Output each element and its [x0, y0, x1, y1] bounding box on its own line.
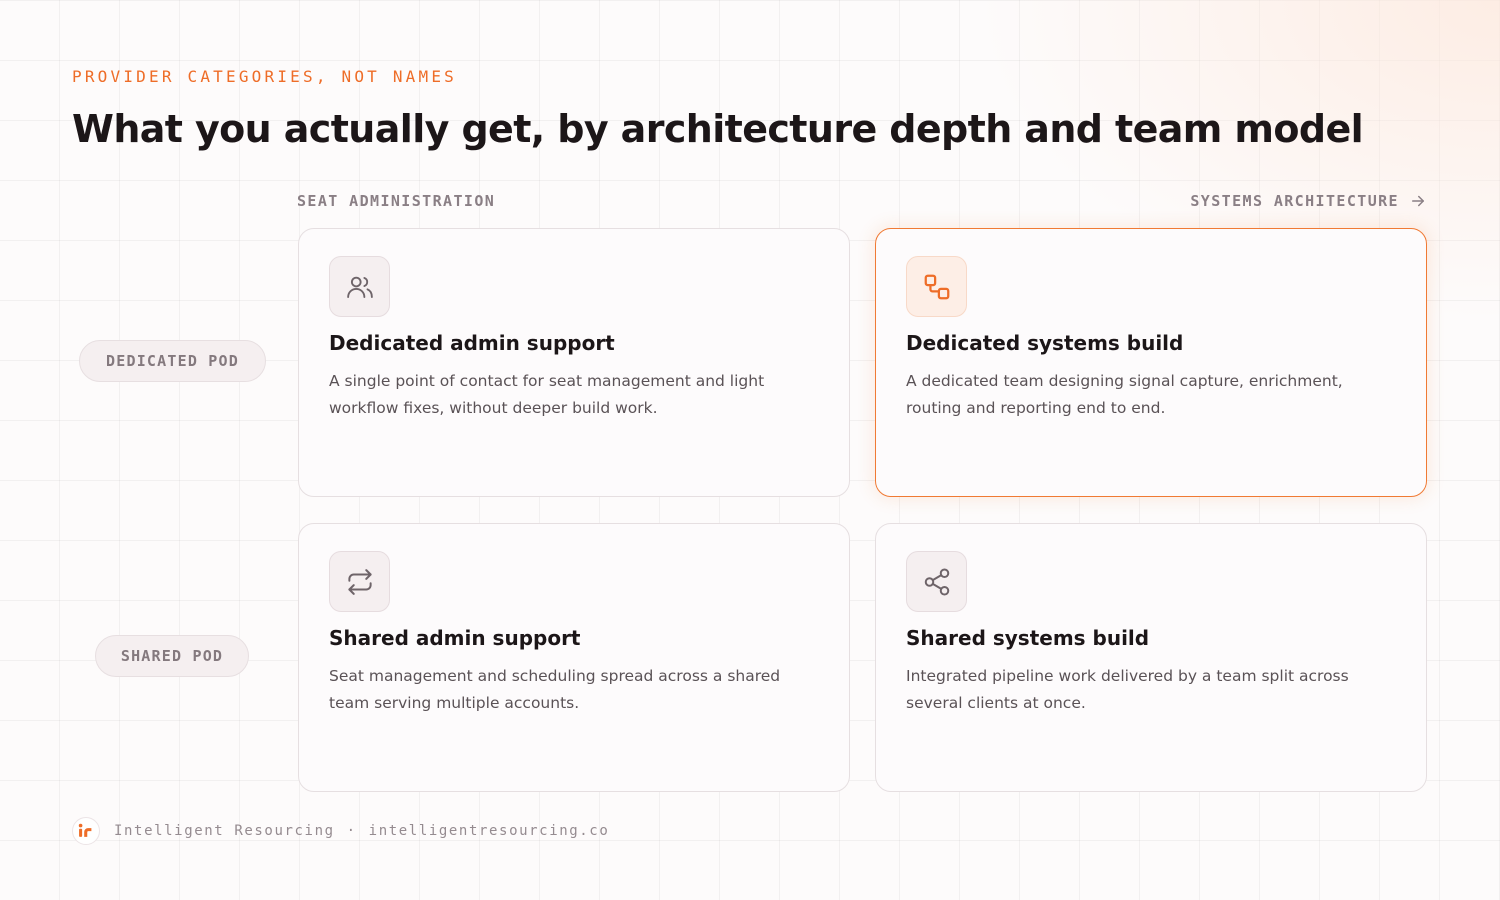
- footer: Intelligent Resourcing · intelligentreso…: [72, 817, 609, 845]
- card-icon-box: [329, 551, 390, 612]
- card-shared-admin-support: Shared admin support Seat management and…: [298, 523, 850, 792]
- ir-logo-icon: [72, 817, 100, 845]
- card-title: Dedicated admin support: [329, 331, 615, 355]
- axis-label-text: SEAT ADMINISTRATION: [297, 192, 496, 210]
- row-label-shared-pod: SHARED POD: [95, 635, 249, 677]
- row-label-dedicated-pod: DEDICATED POD: [79, 340, 266, 382]
- card-icon-box: [906, 551, 967, 612]
- card-description: Seat management and scheduling spread ac…: [329, 667, 781, 712]
- card-dedicated-systems-build: Dedicated systems build A dedicated team…: [875, 228, 1427, 497]
- card-description: A dedicated team designing signal captur…: [906, 372, 1343, 417]
- footer-url[interactable]: intelligentresourcing.co: [369, 823, 610, 839]
- arrow-right-icon: [1412, 195, 1424, 207]
- card-title: Shared systems build: [906, 626, 1150, 650]
- footer-brand: Intelligent Resourcing: [114, 823, 335, 839]
- users-icon: [346, 276, 373, 298]
- axis-label-text: SYSTEMS ARCHITECTURE: [1190, 192, 1399, 210]
- card-shared-systems-build: Shared systems build Integrated pipeline…: [875, 523, 1427, 792]
- axis-label-seat-administration: SEAT ADMINISTRATION: [297, 192, 495, 210]
- card-description: Integrated pipeline work delivered by a …: [906, 667, 1349, 712]
- card-title: Shared admin support: [329, 626, 581, 650]
- card-icon-box: [906, 256, 967, 317]
- card-title: Dedicated systems build: [906, 331, 1184, 355]
- workflow-icon: [924, 274, 949, 299]
- card-icon-box: [329, 256, 390, 317]
- footer-separator: ·: [346, 823, 357, 839]
- repeat-icon: [347, 568, 372, 595]
- page-title: What you actually get, by architecture d…: [72, 107, 1364, 151]
- card-description: A single point of contact for seat manag…: [329, 372, 765, 417]
- share-icon: [924, 568, 949, 595]
- card-dedicated-admin-support: Dedicated admin support A single point o…: [298, 228, 850, 497]
- eyebrow-label: PROVIDER CATEGORIES, NOT NAMES: [72, 67, 457, 86]
- axis-label-systems-architecture: SYSTEMS ARCHITECTURE: [1190, 192, 1427, 210]
